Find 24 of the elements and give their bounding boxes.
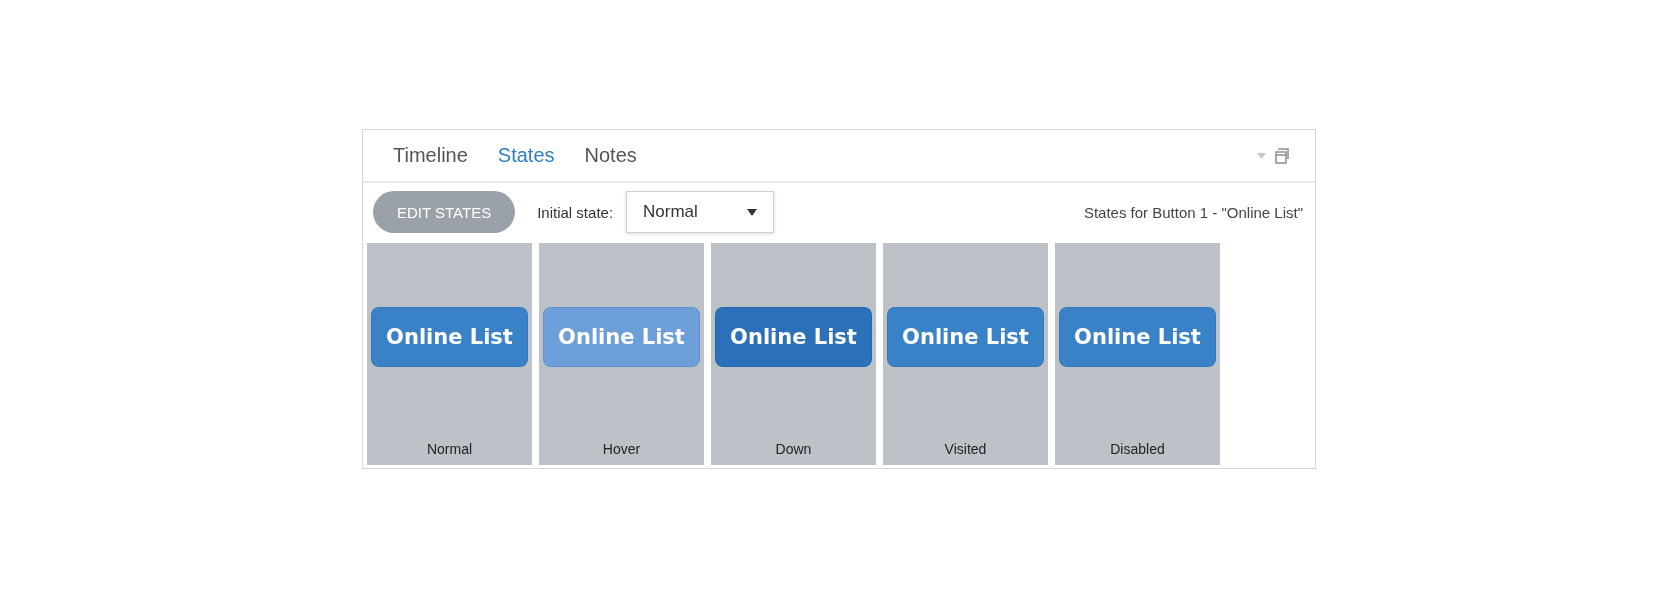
state-name: Down — [775, 441, 812, 457]
button-preview: Online List — [543, 307, 700, 367]
state-card[interactable]: Online List Hover — [539, 243, 704, 465]
tab[interactable]: Notes — [584, 144, 637, 167]
window-icon[interactable] — [1275, 147, 1289, 164]
caret-icon[interactable] — [1257, 152, 1266, 159]
caret-icon — [747, 208, 758, 216]
initial-state-label: Initial state: — [537, 203, 614, 221]
state-card[interactable]: Online List Normal — [367, 243, 532, 465]
button-preview: Online List — [715, 307, 872, 367]
tab[interactable]: Timeline — [393, 144, 468, 167]
state-card[interactable]: Online List Disabled — [1055, 243, 1220, 465]
state-name: Disabled — [1110, 441, 1165, 457]
button-preview: Online List — [1059, 307, 1216, 367]
state-name: Hover — [602, 441, 641, 457]
state-card[interactable]: Online List Visited — [883, 243, 1048, 465]
state-card[interactable]: Online List Down — [711, 243, 876, 465]
button-preview: Online List — [887, 307, 1044, 367]
states-caption: States for Button 1 - "Online List" — [1083, 203, 1303, 221]
state-name: Normal — [426, 441, 473, 457]
state-name: Visited — [944, 441, 987, 457]
button-preview: Online List — [371, 307, 528, 367]
tab[interactable]: States — [497, 144, 555, 167]
initial-state-dropdown[interactable]: Normal — [626, 191, 775, 233]
